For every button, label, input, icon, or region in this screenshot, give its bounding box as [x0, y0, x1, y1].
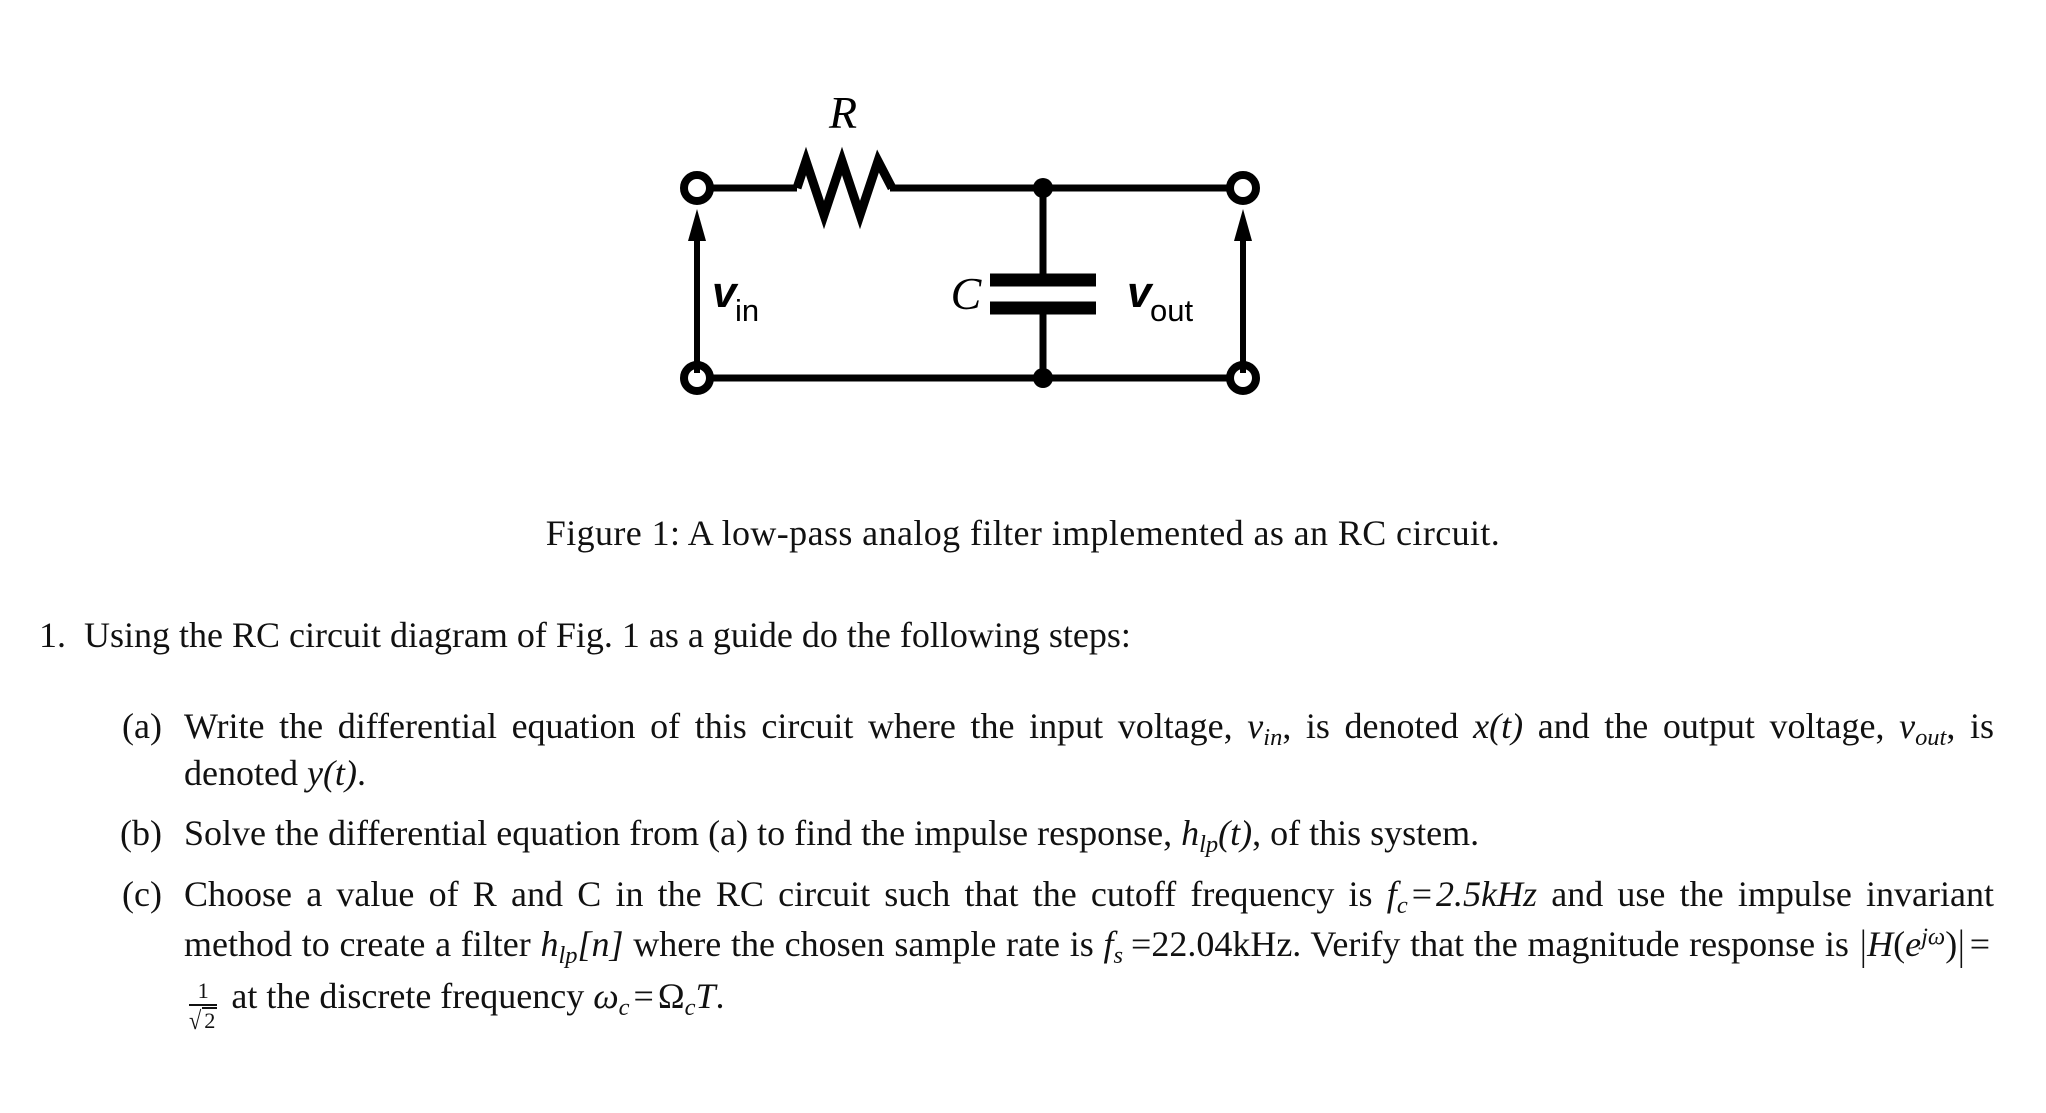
terminal-input-top [680, 171, 714, 205]
math-equals-3: = [633, 976, 654, 1017]
sub-problem-list: (a) Write the differential equation of t… [0, 703, 2046, 1034]
text-a-p3: and the output voltage, [1523, 705, 1900, 746]
math-fraction-one-over-root-two: 1 √ 2 [189, 978, 218, 1035]
problem-list: 1. Using the RC circuit diagram of Fig. … [0, 612, 2046, 1047]
math-h-lp-of-t: hlp(t) [1181, 813, 1253, 857]
math-fs: fs [1103, 924, 1123, 968]
text-a-p2: , is denoted [1282, 705, 1474, 746]
list-item-a-marker: (a) [122, 705, 162, 746]
math-x-of-t: x(t) [1473, 705, 1524, 746]
math-h-lp-n-arg: [n] [577, 924, 624, 965]
math-v-out-sub: out [1915, 723, 1947, 751]
list-item-1: 1. Using the RC circuit diagram of Fig. … [0, 612, 2046, 659]
text-c-p4: Verify that the magnitude response is [1301, 924, 1859, 965]
text-a-p5: . [356, 752, 366, 793]
text-a-p1: Write the differential equation of this … [184, 705, 1248, 746]
junction-dot-bottom [1033, 368, 1053, 388]
math-omega-lower-sub: c [618, 994, 630, 1022]
math-paren-open: ( [1893, 924, 1906, 965]
math-omega-upper-sub: c [684, 994, 696, 1022]
math-fraction-denominator: √ 2 [189, 1005, 218, 1035]
math-abs-open: | [1859, 921, 1867, 969]
rc-circuit-diagram: R C v in v out [680, 95, 1260, 395]
math-v-out: vout [1899, 705, 1946, 750]
math-h-lp-sub: lp [1199, 831, 1219, 859]
text-b-p1: Solve the differential equation from (a)… [184, 813, 1182, 854]
list-item-a-text: Write the differential equation of this … [184, 703, 1994, 797]
math-fc-base: f [1386, 874, 1397, 915]
text-b-p2: , of this system. [1252, 813, 1480, 854]
radical-icon: √ [189, 1005, 202, 1035]
math-h-lp-base: h [1181, 813, 1200, 854]
vin-arrow-head [688, 209, 706, 241]
math-v-in-base: v [1247, 705, 1264, 746]
math-fs-base: f [1103, 924, 1114, 965]
math-fc: fc [1386, 874, 1408, 918]
math-fc-value: 2.5kHz [1436, 874, 1537, 915]
vout-label: v out [1127, 268, 1193, 328]
list-item-b: (b) Solve the differential equation from… [0, 810, 2046, 857]
resistor-label: R [828, 95, 857, 138]
math-v-in-sub: in [1263, 723, 1283, 751]
list-item-c-text: Choose a value of R and C in the RC circ… [184, 871, 1994, 1033]
math-e-base: e [1905, 924, 1922, 965]
list-item-c-marker: (c) [122, 874, 162, 915]
capacitor-label: C [951, 268, 983, 319]
math-H-base: H [1867, 924, 1894, 965]
math-radicand: 2 [202, 1007, 218, 1033]
math-T: T [695, 976, 716, 1017]
math-fs-sub: s [1113, 941, 1124, 969]
math-h-lp-of-n: hlp[n] [540, 924, 624, 968]
text-c-p5: at the discrete frequency [222, 976, 594, 1017]
vin-label-sub: in [735, 293, 759, 328]
math-omega-upper: Ω [657, 976, 685, 1017]
figure-1: R C v in v out Figure 1: A low-pass anal… [0, 0, 2046, 553]
math-equals-2: = [1969, 924, 1991, 965]
vout-arrow-head [1234, 209, 1252, 241]
list-item-b-marker: (b) [120, 813, 162, 854]
resistor-symbol [792, 146, 896, 230]
list-item-c: (c) Choose a value of R and C in the RC … [0, 871, 2046, 1033]
text-c-p1: Choose a value of R and C in the RC circ… [184, 874, 1387, 915]
terminal-output-top [1226, 171, 1260, 205]
vin-label: v in [712, 268, 759, 328]
math-v-out-base: v [1899, 705, 1916, 746]
math-e-exponent: jω [1921, 923, 1946, 951]
math-fs-value: =22.04kHz. [1131, 924, 1302, 965]
math-magnitude-response: |H(ejω)| [1859, 922, 1966, 969]
math-h-lp-n-sub: lp [558, 941, 578, 969]
math-equals-1: = [1411, 874, 1432, 915]
math-abs-close: | [1958, 921, 1965, 969]
figure-caption: Figure 1: A low-pass analog filter imple… [545, 513, 1501, 553]
math-omega-lower: ω [593, 976, 619, 1017]
math-h-lp-n-base: h [540, 924, 559, 965]
math-omega-c-equals-Omega-c-T: ωc = ΩcT [593, 976, 716, 1020]
text-c-p6: . [715, 976, 725, 1017]
vout-label-sub: out [1150, 293, 1193, 328]
list-item-a: (a) Write the differential equation of t… [0, 703, 2046, 797]
math-paren-close: ) [1945, 924, 1958, 965]
junction-dot-top [1033, 178, 1053, 198]
math-fraction-numerator: 1 [197, 978, 209, 1004]
math-fc-sub: c [1396, 892, 1408, 920]
list-item-1-text: Using the RC circuit diagram of Fig. 1 a… [84, 615, 1131, 655]
list-item-1-marker: 1. [39, 615, 66, 655]
list-item-b-text: Solve the differential equation from (a)… [184, 810, 1994, 857]
text-c-p3: where the chosen sample rate is [623, 924, 1104, 965]
math-y-of-t: y(t) [306, 752, 357, 793]
math-v-in: vin [1247, 705, 1282, 750]
math-h-lp-arg: (t) [1218, 813, 1253, 854]
